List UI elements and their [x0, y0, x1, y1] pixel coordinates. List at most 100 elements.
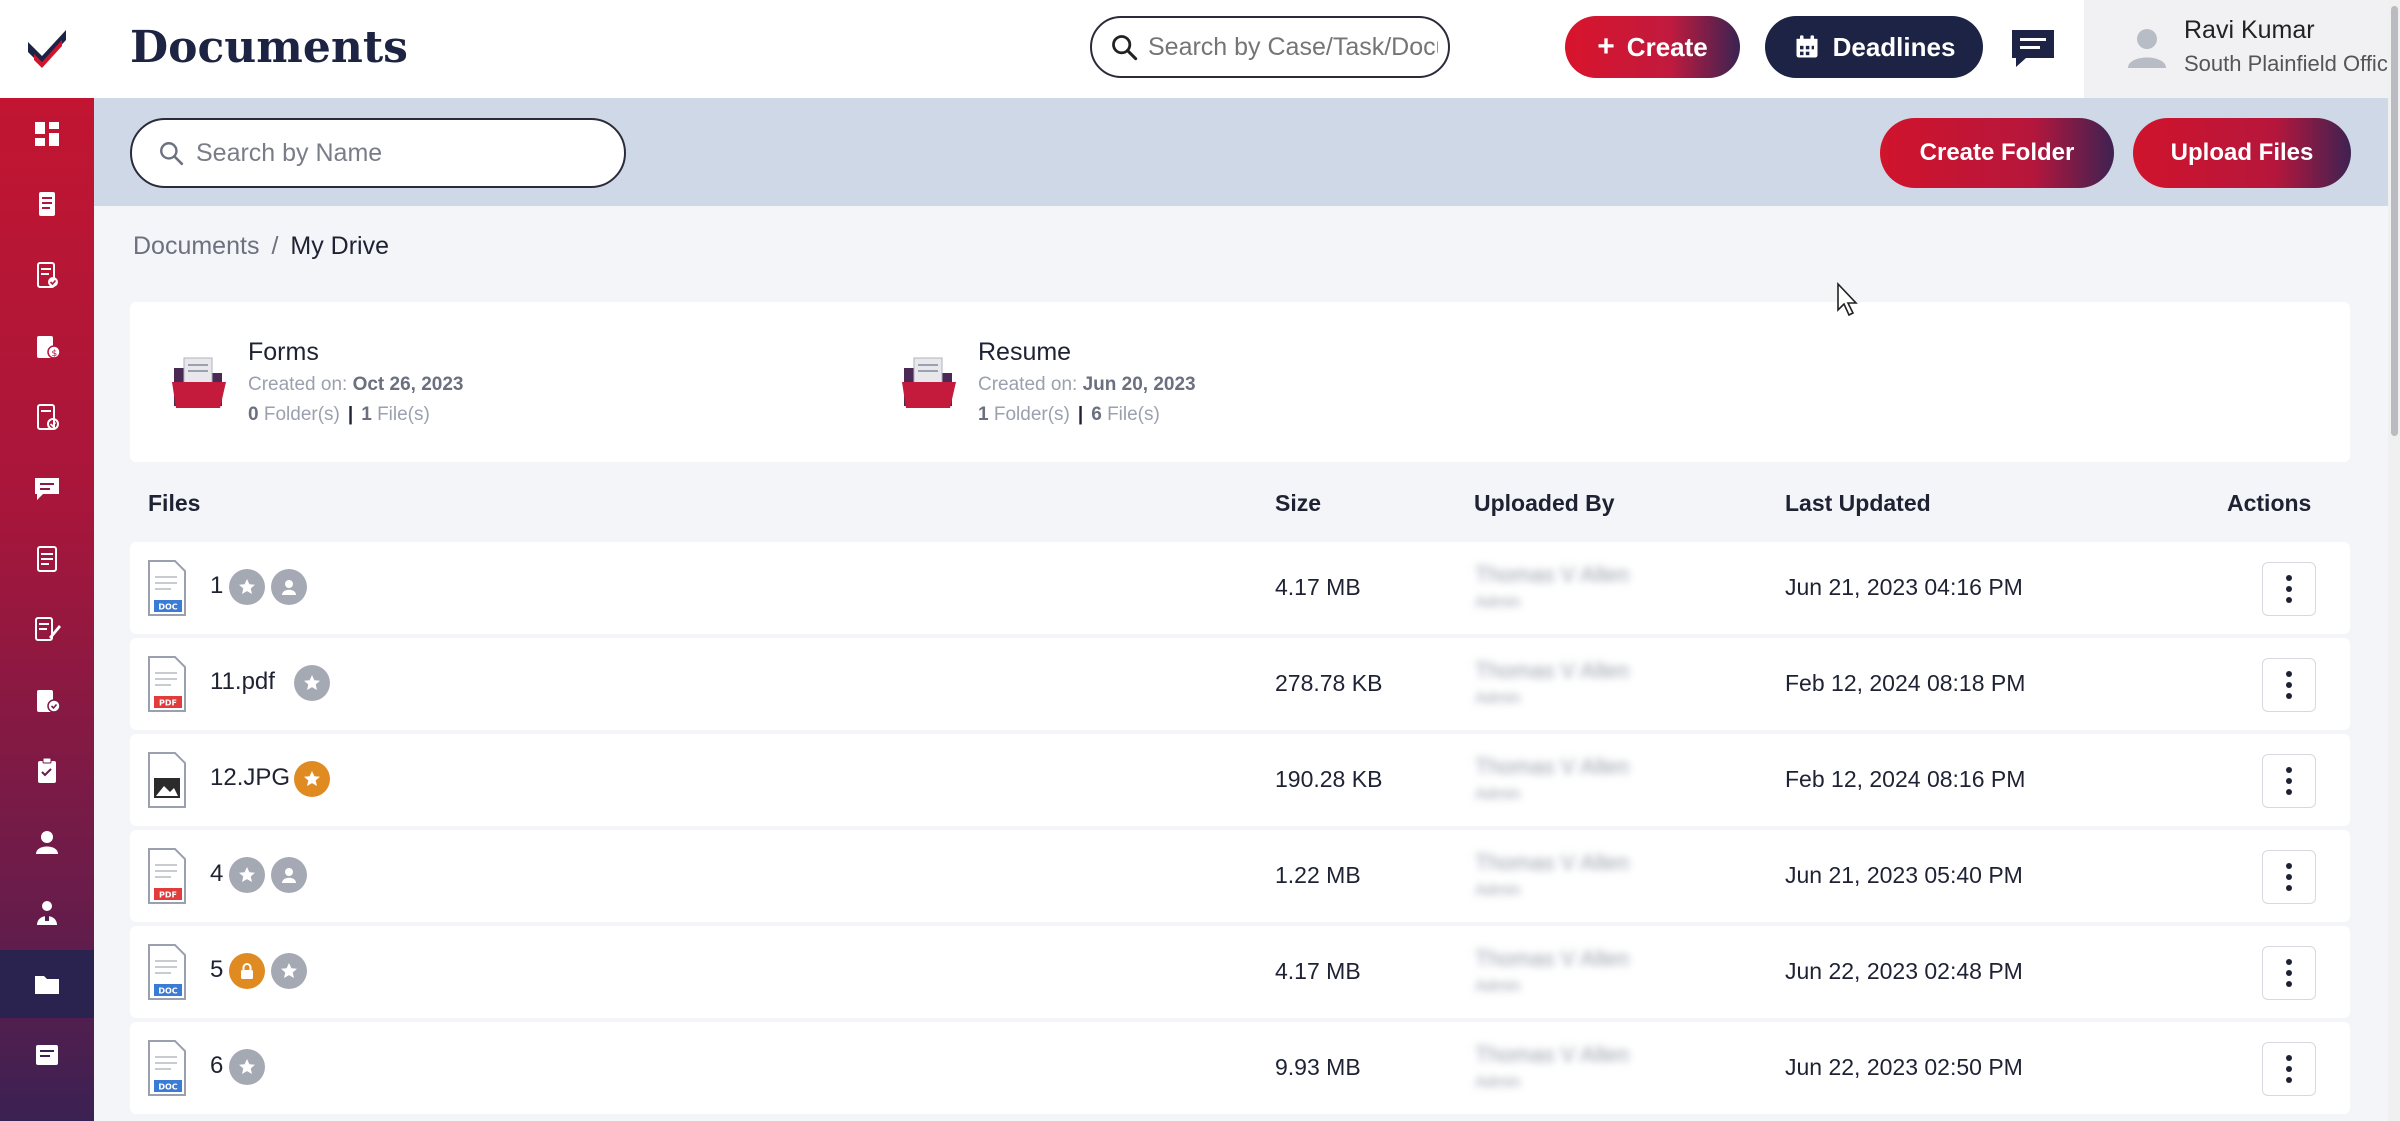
more-vertical-icon [2286, 671, 2292, 699]
file-size: 9.93 MB [1275, 1054, 1361, 1080]
sidebar-item-edit-document[interactable] [0, 595, 94, 663]
sidebar-item-notes[interactable] [0, 525, 94, 593]
avatar [2128, 29, 2166, 68]
file-badges [229, 953, 307, 989]
star-badge-icon[interactable] [229, 569, 265, 605]
page-title: Documents [130, 22, 408, 73]
row-actions-button[interactable] [2262, 754, 2316, 808]
user-menu[interactable]: Ravi Kumar South Plainfield Office [2084, 0, 2400, 98]
case-approval-icon [37, 690, 61, 713]
uploader-name: Thomas V Allen [1475, 658, 1630, 683]
star-badge-icon[interactable] [271, 953, 307, 989]
edit-document-icon [35, 617, 61, 641]
file-count: 1 [361, 404, 372, 425]
column-header-size[interactable]: Size [1275, 490, 1321, 517]
table-row[interactable]: 12.JPG 190.28 KB Thomas V Allen Admin Feb 12… [130, 734, 2350, 826]
created-date: Jun 20, 2023 [1082, 374, 1196, 395]
row-actions-button[interactable] [2262, 562, 2316, 616]
svg-text:DOC: DOC [158, 603, 177, 612]
svg-text:$: $ [52, 349, 58, 359]
scrollbar-thumb[interactable] [2391, 6, 2398, 436]
user-badge-icon[interactable] [271, 569, 307, 605]
user-badge-icon[interactable] [271, 857, 307, 893]
table-row[interactable]: DOC 5 4.17 MB Thomas V Allen Admin Jun 22, 20… [130, 926, 2350, 1018]
file-name[interactable]: 5 [210, 956, 223, 984]
star-badge-icon[interactable] [229, 1049, 265, 1085]
created-date: Oct 26, 2023 [352, 374, 464, 395]
create-folder-button[interactable]: Create Folder [1880, 118, 2114, 188]
brand-logo-icon [28, 30, 66, 68]
row-actions-button[interactable] [2262, 850, 2316, 904]
file-count: 6 [1091, 404, 1102, 425]
star-badge-icon[interactable] [229, 857, 265, 893]
table-row[interactable]: PDF 11.pdf 278.78 KB Thomas V Allen Admin Feb… [130, 638, 2350, 730]
folder-count-label: Folder(s) [263, 404, 340, 425]
folder-count: 1 [978, 404, 989, 425]
table-row[interactable]: PDF 4 1.22 MB Thomas V Allen Admin Jun 21, 20… [130, 830, 2350, 922]
uploader-role: Admin [1475, 978, 1521, 995]
uploader-name: Thomas V Allen [1475, 850, 1630, 875]
name-search-input[interactable] [196, 138, 596, 168]
sidebar-item-case-approval[interactable] [0, 666, 94, 734]
uploader-name: Thomas V Allen [1475, 562, 1630, 587]
sidebar-item-documents-folder[interactable] [0, 950, 94, 1018]
sidebar-item-clipboard[interactable] [0, 737, 94, 805]
uploaded-by: Thomas V Allen Admin [1475, 754, 1655, 804]
sidebar-item-approvals[interactable] [0, 383, 94, 451]
more-vertical-icon [2286, 863, 2292, 891]
file-name[interactable]: 12.JPG [210, 764, 290, 792]
file-name[interactable]: 1 [210, 572, 223, 600]
more-vertical-icon [2286, 575, 2292, 603]
file-name[interactable]: 6 [210, 1052, 223, 1080]
uploader-role: Admin [1475, 594, 1521, 611]
star-badge-icon[interactable] [294, 665, 330, 701]
sidebar-item-billing[interactable]: $ [0, 312, 94, 380]
row-actions-button[interactable] [2262, 658, 2316, 712]
create-button[interactable]: + Create [1565, 16, 1740, 78]
user-office: South Plainfield Office [2184, 51, 2400, 76]
file-badges [229, 857, 307, 893]
row-actions-button[interactable] [2262, 1042, 2316, 1096]
app-logo[interactable] [0, 0, 94, 98]
breadcrumb-documents-link[interactable]: Documents [133, 232, 259, 261]
top-header: Documents + Create Deadlines Ravi Kumar … [94, 0, 2400, 98]
file-name[interactable]: 11.pdf [210, 668, 275, 696]
folder-icon [902, 357, 956, 408]
chat-icon [2012, 30, 2054, 67]
search-icon [160, 142, 184, 166]
file-size: 1.22 MB [1275, 862, 1361, 888]
name-search-box[interactable] [130, 118, 626, 188]
row-actions-button[interactable] [2262, 946, 2316, 1000]
star-badge-icon[interactable] [294, 761, 330, 797]
file-name[interactable]: 4 [210, 860, 223, 888]
lock-badge-icon[interactable] [229, 953, 265, 989]
sidebar-item-cases[interactable] [0, 170, 94, 238]
uploaded-by: Thomas V Allen Admin [1475, 658, 1655, 708]
table-row[interactable]: DOC 1 4.17 MB Thomas V Allen Admin Jun 21, 20… [130, 542, 2350, 634]
folder-count: 0 [248, 404, 259, 425]
files-table-header: Files Size Uploaded By Last Updated Acti… [130, 480, 2350, 526]
chat-button[interactable] [2008, 26, 2058, 70]
sidebar-item-forms[interactable] [0, 1021, 94, 1089]
svg-text:DOC: DOC [158, 987, 177, 996]
deadlines-button[interactable]: Deadlines [1765, 16, 1983, 78]
global-search-box[interactable] [1090, 16, 1450, 78]
uploader-role: Admin [1475, 690, 1521, 707]
sidebar-item-messages[interactable] [0, 454, 94, 522]
plus-icon: + [1597, 30, 1615, 63]
column-header-uploaded-by[interactable]: Uploaded By [1474, 490, 1615, 517]
doc-file-icon: DOC [148, 560, 186, 616]
sidebar-item-tasks-checklist[interactable] [0, 241, 94, 309]
sidebar-item-user[interactable] [0, 808, 94, 876]
table-row[interactable]: DOC 6 9.93 MB Thomas V Allen Admin Jun 22, 20… [130, 1022, 2350, 1114]
uploader-role: Admin [1475, 882, 1521, 899]
file-size: 278.78 KB [1275, 670, 1383, 696]
column-header-last-updated[interactable]: Last Updated [1785, 490, 1931, 517]
upload-files-button[interactable]: Upload Files [2133, 118, 2351, 188]
global-search-input[interactable] [1148, 32, 1438, 62]
column-header-files[interactable]: Files [148, 490, 200, 517]
sidebar-item-contacts[interactable] [0, 879, 94, 947]
sidebar-item-dashboard[interactable] [0, 100, 94, 168]
file-count-label: File(s) [1107, 404, 1160, 425]
file-size: 4.17 MB [1275, 958, 1361, 984]
